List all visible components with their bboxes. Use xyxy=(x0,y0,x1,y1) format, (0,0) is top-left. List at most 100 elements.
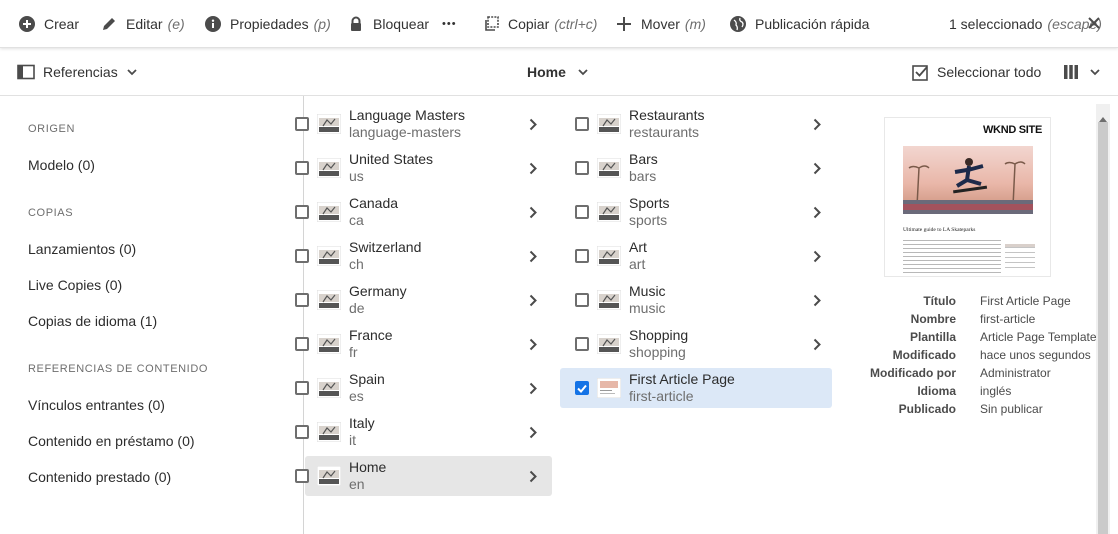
move-button[interactable]: Mover (m) xyxy=(615,0,706,48)
chevron-right-icon[interactable] xyxy=(810,336,824,352)
rail-item-borrowed-content[interactable]: Contenido en préstamo (0) xyxy=(28,433,195,449)
column-row-es[interactable]: Spain es xyxy=(295,368,552,408)
chevron-right-icon[interactable] xyxy=(526,248,540,264)
chevron-right-icon[interactable] xyxy=(810,292,824,308)
meta-key: Modificado por xyxy=(870,366,956,380)
chevron-right-icon[interactable] xyxy=(526,380,540,396)
quick-publish-button[interactable]: Publicación rápida xyxy=(729,0,869,48)
chevron-right-icon[interactable] xyxy=(526,336,540,352)
column-row-it[interactable]: Italy it xyxy=(295,412,552,452)
edit-label: Editar xyxy=(126,16,163,32)
page-metadata: Título First Article Page Nombre first-arti… xyxy=(840,292,1097,422)
row-title: First Article Page xyxy=(629,371,735,387)
rail-section-heading: COPIAS xyxy=(28,207,74,219)
more-button[interactable]: ••• xyxy=(442,0,457,48)
copy-button[interactable]: Copiar (ctrl+c) xyxy=(482,0,597,48)
chevron-right-icon[interactable] xyxy=(526,116,540,132)
scrollbar-thumb[interactable] xyxy=(1098,122,1108,534)
column-row-en[interactable]: Home en xyxy=(295,456,552,496)
select-all-label: Seleccionar todo xyxy=(937,64,1042,80)
row-checkbox[interactable] xyxy=(295,381,309,395)
column-row-us[interactable]: United States us xyxy=(295,148,552,188)
page-thumbnail-icon xyxy=(596,289,622,311)
column-row-fr[interactable]: France fr xyxy=(295,324,552,364)
column-row-first-article[interactable]: First Article Page first-article xyxy=(560,368,832,408)
column-row-shopping[interactable]: Shopping shopping xyxy=(560,324,832,364)
column-row-bars[interactable]: Bars bars xyxy=(560,148,832,188)
chevron-right-icon[interactable] xyxy=(810,160,824,176)
row-checkbox[interactable] xyxy=(575,337,589,351)
rail-item-incoming-links[interactable]: Vínculos entrantes (0) xyxy=(28,397,165,413)
row-name: es xyxy=(349,388,364,404)
pencil-icon xyxy=(100,15,118,33)
chevron-down-icon xyxy=(127,68,137,76)
row-checkbox[interactable] xyxy=(295,249,309,263)
close-selection-button[interactable] xyxy=(1087,0,1101,48)
chevron-down-icon xyxy=(1090,68,1100,76)
row-checkbox[interactable] xyxy=(295,205,309,219)
rail-item-launches[interactable]: Lanzamientos (0) xyxy=(28,241,136,257)
meta-key: Modificado xyxy=(892,348,956,362)
copy-icon xyxy=(482,15,500,33)
column-row-language-masters[interactable]: Language Masters language-masters xyxy=(295,104,552,144)
column-row-de[interactable]: Germany de xyxy=(295,280,552,320)
row-checkbox[interactable] xyxy=(575,161,589,175)
chevron-right-icon[interactable] xyxy=(810,116,824,132)
column-row-sports[interactable]: Sports sports xyxy=(560,192,832,232)
preview-column: WKND SITE Ultimate guide to LA Skatepark… xyxy=(840,96,1110,534)
chevron-right-icon[interactable] xyxy=(526,424,540,440)
column-row-restaurants[interactable]: Restaurants restaurants xyxy=(560,104,832,144)
row-title: Sports xyxy=(629,195,670,211)
column-view-icon xyxy=(1063,64,1079,80)
quick-publish-label: Publicación rápida xyxy=(755,16,870,32)
meta-key: Plantilla xyxy=(909,330,956,344)
view-switcher-button[interactable] xyxy=(1063,48,1100,96)
chevron-right-icon[interactable] xyxy=(526,160,540,176)
page-thumbnail-icon xyxy=(316,421,342,443)
properties-button[interactable]: Propiedades (p) xyxy=(204,0,331,48)
chevron-right-icon[interactable] xyxy=(810,204,824,220)
row-name: it xyxy=(349,432,356,448)
row-title: Art xyxy=(629,239,647,255)
page-thumbnail-icon xyxy=(316,333,342,355)
lock-icon xyxy=(347,15,365,33)
row-title: Music xyxy=(629,283,666,299)
scrollbar[interactable] xyxy=(1096,104,1110,534)
chevron-right-icon[interactable] xyxy=(526,468,540,484)
rail-item-model[interactable]: Modelo (0) xyxy=(28,157,95,173)
close-icon xyxy=(1087,16,1101,33)
row-checkbox[interactable] xyxy=(575,293,589,307)
row-checkbox[interactable] xyxy=(575,249,589,263)
row-checkbox[interactable] xyxy=(295,337,309,351)
view-bar: Referencias Home Seleccionar todo xyxy=(0,48,1118,96)
column-row-art[interactable]: Art art xyxy=(560,236,832,276)
thumbnail-hero-image xyxy=(903,146,1033,214)
select-all-button[interactable]: Seleccionar todo xyxy=(912,48,1041,96)
row-checkbox[interactable] xyxy=(295,117,309,131)
row-checkbox[interactable] xyxy=(575,117,589,131)
page-thumbnail-icon xyxy=(316,245,342,267)
chevron-right-icon[interactable] xyxy=(526,204,540,220)
lock-button[interactable]: Bloquear xyxy=(347,0,429,48)
edit-button[interactable]: Editar (e) xyxy=(100,0,185,48)
rail-item-language-copies[interactable]: Copias de idioma (1) xyxy=(28,313,157,329)
chevron-right-icon[interactable] xyxy=(526,292,540,308)
rail-toggle-button[interactable]: Referencias xyxy=(17,48,137,96)
rail-item-lent-content[interactable]: Contenido prestado (0) xyxy=(28,469,171,485)
column-row-ca[interactable]: Canada ca xyxy=(295,192,552,232)
chevron-right-icon[interactable] xyxy=(810,248,824,264)
column-row-ch[interactable]: Switzerland ch xyxy=(295,236,552,276)
breadcrumb-button[interactable]: Home xyxy=(527,48,588,96)
rail-item-live-copies[interactable]: Live Copies (0) xyxy=(28,277,122,293)
row-checkbox[interactable] xyxy=(295,469,309,483)
row-checkbox[interactable] xyxy=(575,205,589,219)
row-checkbox-checked[interactable] xyxy=(575,381,589,395)
row-checkbox[interactable] xyxy=(295,161,309,175)
move-shortcut: (m) xyxy=(684,16,706,32)
page-thumbnail-icon xyxy=(316,465,342,487)
row-checkbox[interactable] xyxy=(295,425,309,439)
column-row-music[interactable]: Music music xyxy=(560,280,832,320)
row-checkbox[interactable] xyxy=(295,293,309,307)
create-button[interactable]: Crear xyxy=(18,0,79,48)
page-thumbnail-icon xyxy=(596,157,622,179)
